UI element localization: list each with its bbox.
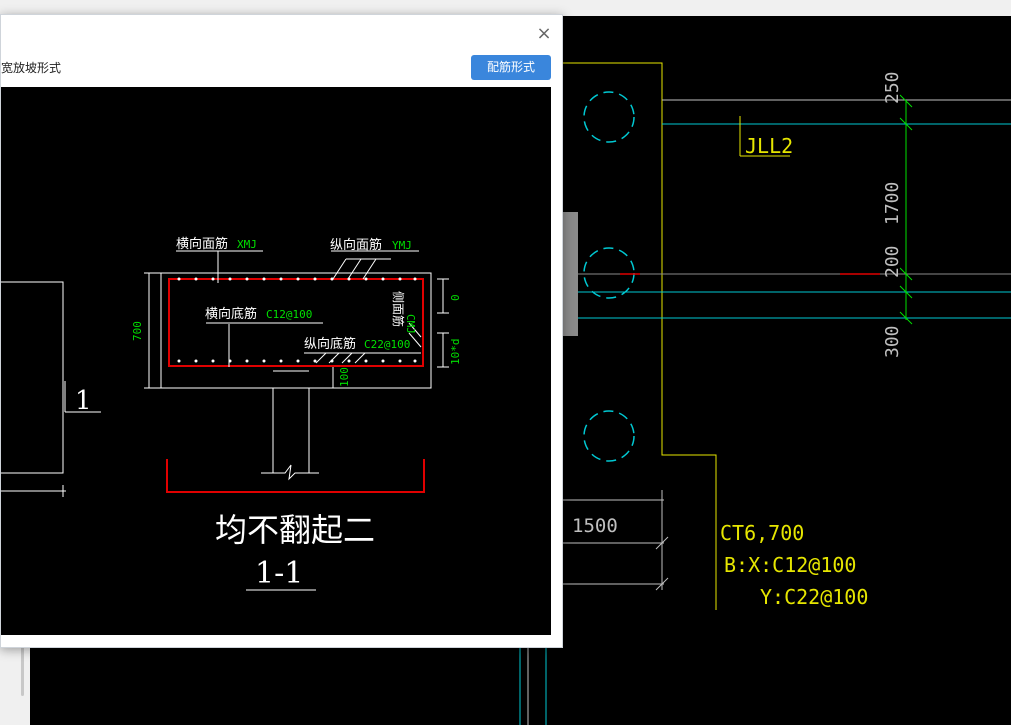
dim-200: 200 [882, 245, 903, 278]
dim-bottom: 100 [338, 367, 351, 387]
section-drawing: 1 横向面筋 XMJ 纵向面筋 YMJ 横向底筋 C12@100 纵向底筋 C2… [1, 236, 462, 591]
pile-circle [583, 247, 635, 299]
label-top-longitudinal: 纵向面筋 [330, 237, 382, 253]
dim-side: 10*d [449, 339, 462, 366]
pile-circle [583, 410, 635, 462]
dim-250: 250 [882, 71, 903, 104]
code-top-transverse: XMJ [237, 238, 257, 251]
label-side: 侧面筋 [391, 291, 406, 327]
dim-300: 300 [882, 325, 903, 358]
dim-1500: 1500 [572, 515, 618, 537]
code-bottom-transverse: C12@100 [266, 308, 312, 321]
pile-circle [583, 91, 635, 143]
ground-bracket [166, 459, 425, 493]
beam-label: JLL2 [745, 134, 793, 158]
dim-height: 700 [131, 321, 144, 341]
dialog-title: 宽放坡形式 [1, 61, 62, 75]
label-bottom-longitudinal: 纵向底筋 [304, 336, 356, 352]
section-caption: 均不翻起二 [215, 511, 375, 549]
code-side: CMJ [404, 314, 417, 334]
dim-top: 0 [449, 294, 462, 301]
code-top-longitudinal: YMJ [392, 239, 412, 252]
dim-1700: 1700 [882, 182, 903, 225]
section-title: 1-1 [255, 556, 303, 591]
bottom-bars [177, 359, 417, 363]
label-bottom-transverse: 横向底筋 [205, 306, 257, 322]
cap-rebar-y: Y:C22@100 [760, 585, 868, 609]
label-top-transverse: 横向面筋 [176, 236, 228, 252]
code-bottom-longitudinal: C22@100 [364, 338, 410, 351]
config-form-button[interactable]: 配筋形式 [471, 55, 551, 80]
cap-rebar-x: B:X:C12@100 [724, 553, 856, 577]
close-icon[interactable]: × [535, 25, 553, 43]
section-mark: 1 [75, 386, 92, 416]
section-preview: 1 横向面筋 XMJ 纵向面筋 YMJ 横向底筋 C12@100 纵向底筋 C2… [1, 87, 551, 635]
rebar-config-dialog: × 宽放坡形式 配筋形式 1 横向面筋 XMJ 纵向面筋 YMJ 横向底筋 C1… [0, 14, 563, 648]
cap-name: CT6,700 [720, 521, 804, 545]
